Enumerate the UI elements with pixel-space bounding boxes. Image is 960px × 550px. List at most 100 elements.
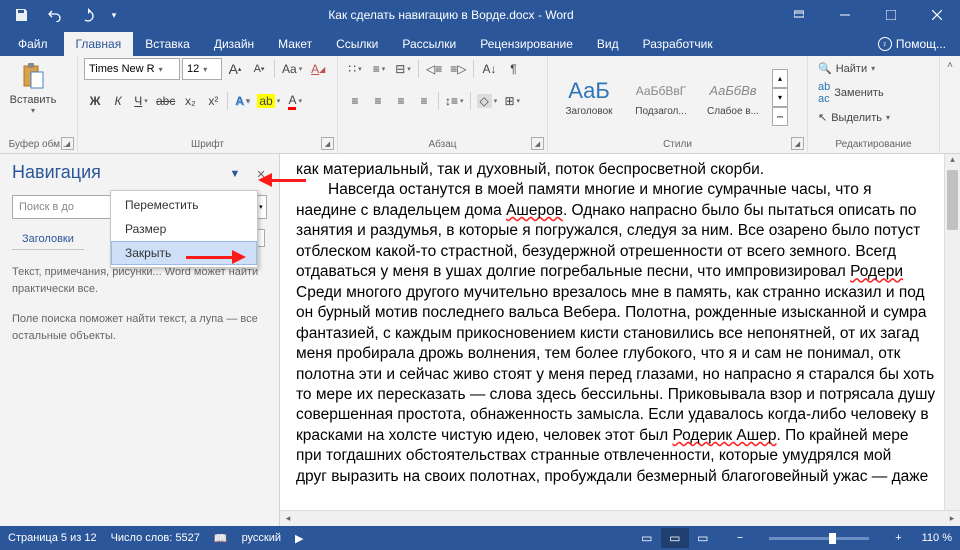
- superscript-button[interactable]: x²: [202, 90, 224, 112]
- align-left-icon[interactable]: ≡: [344, 90, 366, 112]
- undo-icon[interactable]: [38, 0, 72, 30]
- tab-review[interactable]: Рецензирование: [468, 32, 585, 56]
- increase-indent-icon[interactable]: ≡▷: [447, 58, 469, 80]
- window-title: Как сделать навигацию в Ворде.docx - Wor…: [126, 8, 776, 22]
- ribbon-options-icon[interactable]: [776, 0, 822, 30]
- vertical-scrollbar[interactable]: ▴ ▾: [944, 154, 960, 526]
- group-font: Times New R▾ 12▾ A▴ A▾ Aa▾ A◢ Ж К Ч▾ abc…: [78, 56, 338, 153]
- bold-button[interactable]: Ж: [84, 90, 106, 112]
- decrease-indent-icon[interactable]: ◁≡: [423, 58, 445, 80]
- tab-file[interactable]: Файл: [2, 32, 64, 56]
- navigation-pane: Навигация ▼ ✕ Переместить Размер Закрыть…: [0, 154, 280, 526]
- font-size-combo[interactable]: 12▾: [182, 58, 222, 80]
- subscript-button[interactable]: x₂: [179, 90, 201, 112]
- decrease-font-icon[interactable]: A▾: [248, 58, 270, 80]
- sort-button[interactable]: A↓: [478, 58, 500, 80]
- borders-button[interactable]: ⊞▾: [501, 90, 523, 112]
- font-color-button[interactable]: A▾: [284, 90, 306, 112]
- highlight-button[interactable]: ab▾: [254, 90, 283, 112]
- text-line: друг выразить на своих полотнах, пробужд…: [296, 467, 960, 487]
- increase-font-icon[interactable]: A▴: [224, 58, 246, 80]
- scroll-up-icon[interactable]: ▴: [945, 154, 960, 170]
- maximize-icon[interactable]: [868, 0, 914, 30]
- group-editing: 🔍Найти▾ abacЗаменить ↖Выделить▾ Редактир…: [808, 56, 940, 153]
- annotation-arrow-1: [258, 173, 306, 187]
- strikethrough-button[interactable]: abc: [153, 90, 178, 112]
- replace-button[interactable]: abacЗаменить: [814, 79, 888, 107]
- status-words[interactable]: Число слов: 5527: [111, 532, 200, 544]
- style-subtle[interactable]: АаБбВв Слабое в...: [698, 69, 768, 127]
- qat-customize-icon[interactable]: ▾: [106, 0, 122, 30]
- menu-move[interactable]: Переместить: [111, 193, 257, 217]
- zoom-slider[interactable]: [769, 537, 869, 540]
- select-button[interactable]: ↖Выделить▾: [814, 109, 894, 126]
- tab-mailings[interactable]: Рассылки: [390, 32, 468, 56]
- font-name-combo[interactable]: Times New R▾: [84, 58, 180, 80]
- status-language[interactable]: русский: [242, 532, 281, 544]
- navigation-dropdown-icon[interactable]: ▼: [225, 164, 245, 184]
- collapse-ribbon-icon[interactable]: ˄: [940, 56, 960, 153]
- numbering-button[interactable]: ≡▾: [368, 58, 390, 80]
- italic-button[interactable]: К: [107, 90, 129, 112]
- nav-hint-2: Поле поиска поможет найти текст, а лупа …: [12, 311, 267, 344]
- status-macro-icon[interactable]: ▶: [295, 532, 303, 545]
- zoom-out-icon[interactable]: −: [731, 532, 749, 544]
- tell-me-label: Помощ...: [896, 37, 946, 51]
- style-subheading[interactable]: АаБбВвГ Подзагол...: [626, 69, 696, 127]
- justify-icon[interactable]: ≡: [413, 90, 435, 112]
- text-effects-button[interactable]: A▾: [231, 90, 253, 112]
- underline-button[interactable]: Ч▾: [130, 90, 152, 112]
- line-spacing-button[interactable]: ↕≡▾: [442, 90, 467, 112]
- show-marks-icon[interactable]: ¶: [502, 58, 524, 80]
- status-proofing-icon[interactable]: 📖: [214, 532, 228, 545]
- text-line: Навсегда останутся в моей памяти многие …: [296, 180, 960, 200]
- zoom-in-icon[interactable]: +: [889, 532, 907, 544]
- paragraph-launcher[interactable]: ◢: [531, 137, 544, 150]
- shading-button[interactable]: ◇▾: [474, 90, 501, 112]
- scroll-thumb[interactable]: [947, 170, 958, 230]
- tab-home[interactable]: Главная: [64, 32, 134, 56]
- tab-layout[interactable]: Макет: [266, 32, 324, 56]
- tab-references[interactable]: Ссылки: [324, 32, 390, 56]
- print-layout-icon[interactable]: ▭: [661, 528, 689, 548]
- tab-insert[interactable]: Вставка: [133, 32, 202, 56]
- align-center-icon[interactable]: ≡: [367, 90, 389, 112]
- status-bar: Страница 5 из 12 Число слов: 5527 📖 русс…: [0, 526, 960, 550]
- close-icon[interactable]: [914, 0, 960, 30]
- font-launcher[interactable]: ◢: [321, 137, 334, 150]
- tab-developer[interactable]: Разработчик: [631, 32, 725, 56]
- menu-size[interactable]: Размер: [111, 217, 257, 241]
- tab-design[interactable]: Дизайн: [202, 32, 266, 56]
- find-button[interactable]: 🔍Найти▾: [814, 60, 879, 77]
- styles-up-icon[interactable]: ▴: [772, 69, 788, 88]
- text-line: полотна эти и сейчас живо стоят у меня п…: [296, 365, 960, 385]
- styles-down-icon[interactable]: ▾: [772, 88, 788, 107]
- text-line: он бурный мотив последнего вальса Вебера…: [296, 303, 960, 323]
- styles-more-icon[interactable]: ⎓: [772, 107, 788, 126]
- save-icon[interactable]: [4, 0, 38, 30]
- style-heading[interactable]: АаБ Заголовок: [554, 69, 624, 127]
- horizontal-scrollbar[interactable]: ◂ ▸: [280, 510, 960, 526]
- minimize-icon[interactable]: [822, 0, 868, 30]
- nav-tab-headings[interactable]: Заголовки: [12, 229, 84, 250]
- bullets-button[interactable]: ∷▾: [344, 58, 366, 80]
- change-case-button[interactable]: Aa▾: [279, 58, 305, 80]
- document-content[interactable]: как материальный, так и духовный, поток …: [280, 154, 960, 497]
- tab-view[interactable]: Вид: [585, 32, 631, 56]
- tell-me[interactable]: ♀Помощ...: [866, 37, 958, 56]
- multilevel-button[interactable]: ⊟▾: [392, 58, 414, 80]
- select-icon: ↖: [818, 111, 827, 124]
- zoom-level[interactable]: 110 %: [922, 532, 952, 544]
- styles-launcher[interactable]: ◢: [791, 137, 804, 150]
- clear-formatting-icon[interactable]: A◢: [307, 58, 329, 80]
- status-page[interactable]: Страница 5 из 12: [8, 532, 97, 544]
- clipboard-launcher[interactable]: ◢: [61, 137, 74, 150]
- read-mode-icon[interactable]: ▭: [633, 528, 661, 548]
- scroll-left-icon[interactable]: ◂: [280, 513, 296, 524]
- scroll-right-icon[interactable]: ▸: [944, 513, 960, 524]
- redo-icon[interactable]: [72, 0, 106, 30]
- align-right-icon[interactable]: ≡: [390, 90, 412, 112]
- web-layout-icon[interactable]: ▭: [689, 528, 717, 548]
- title-bar: ▾ Как сделать навигацию в Ворде.docx - W…: [0, 0, 960, 30]
- paste-button[interactable]: Вставить▾: [6, 58, 60, 115]
